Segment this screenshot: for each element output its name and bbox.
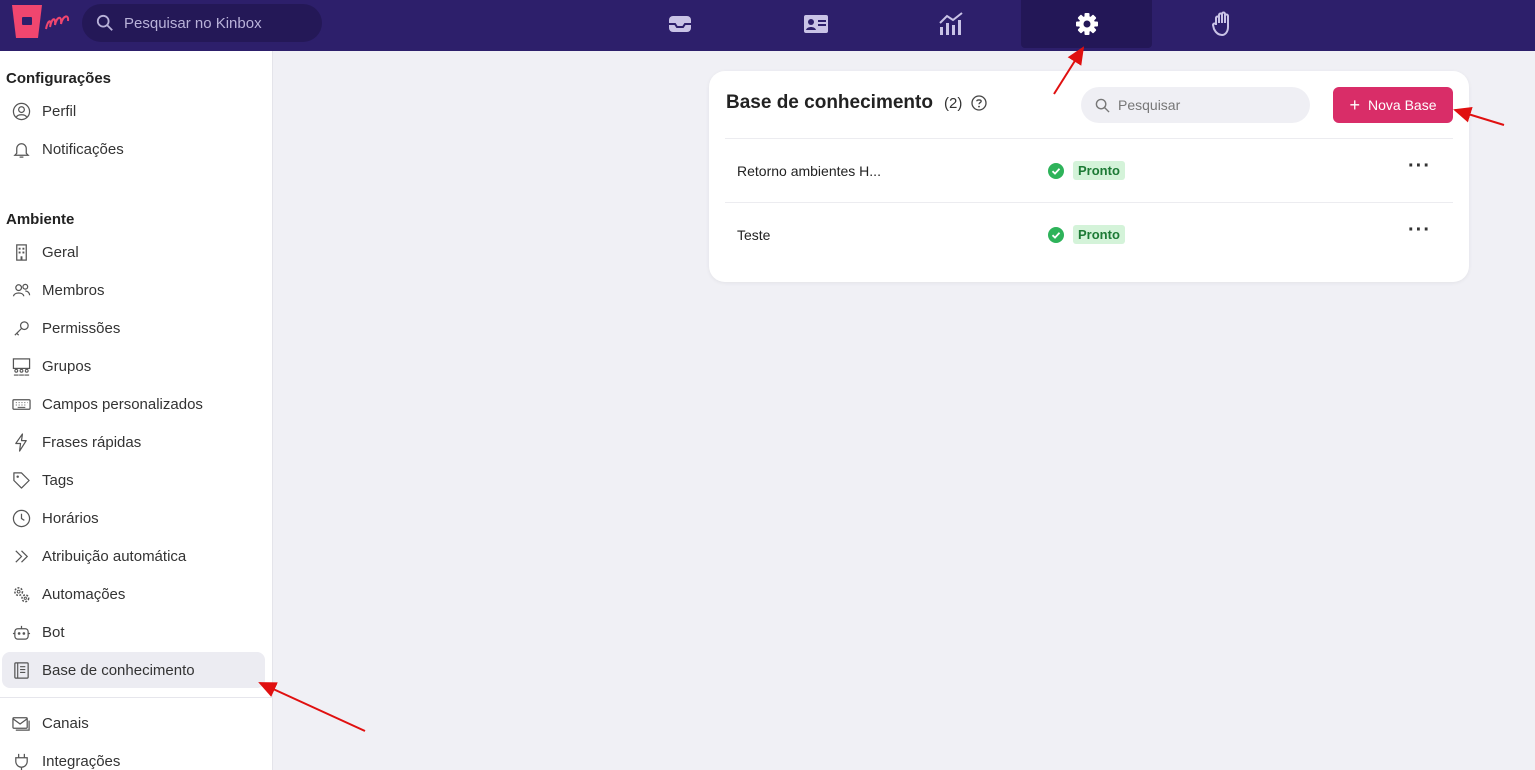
nav-contacts-button[interactable] bbox=[751, 0, 881, 48]
sidebar-divider bbox=[0, 697, 273, 698]
check-circle-icon bbox=[1048, 162, 1064, 179]
sidebar-item-label: Perfil bbox=[42, 102, 77, 120]
sidebar-item-label: Geral bbox=[42, 243, 79, 261]
tag-icon bbox=[10, 469, 32, 491]
gear-icon bbox=[1075, 13, 1098, 35]
section-title-configuracoes: Configurações bbox=[6, 70, 112, 87]
settings-sidebar: Configurações Perfil Notificações Ambien… bbox=[0, 51, 273, 770]
table-row[interactable]: Teste Pronto ··· bbox=[725, 203, 1453, 267]
sidebar-item-label: Automações bbox=[42, 585, 126, 603]
nav-settings-button[interactable] bbox=[1021, 0, 1152, 48]
page-title: Base de conhecimento bbox=[726, 92, 933, 113]
search-icon bbox=[1095, 98, 1110, 113]
item-count: (2) bbox=[944, 95, 963, 112]
sidebar-item-label: Frases rápidas bbox=[42, 433, 142, 451]
sidebar-item-frases-rapidas[interactable]: Frases rápidas bbox=[2, 424, 265, 460]
sidebar-item-automacoes[interactable]: Automações bbox=[2, 576, 265, 612]
sidebar-item-label: Horários bbox=[42, 509, 99, 527]
lightning-icon bbox=[10, 431, 32, 453]
sidebar-item-label: Tags bbox=[42, 471, 74, 489]
user-circle-icon bbox=[10, 100, 32, 122]
sidebar-item-horarios[interactable]: Horários bbox=[2, 500, 265, 536]
status-cell: Pronto bbox=[1048, 225, 1125, 244]
building-icon bbox=[10, 241, 32, 263]
more-options-button[interactable]: ··· bbox=[1408, 155, 1431, 178]
sidebar-item-atribuicao-automatica[interactable]: Atribuição automática bbox=[2, 538, 265, 574]
global-search-placeholder: Pesquisar no Kinbox bbox=[124, 14, 262, 32]
section-title-ambiente: Ambiente bbox=[6, 211, 75, 228]
sidebar-item-bot[interactable]: Bot bbox=[2, 614, 265, 650]
nav-help-button[interactable] bbox=[1158, 0, 1288, 48]
sidebar-item-membros[interactable]: Membros bbox=[2, 272, 265, 308]
status-cell: Pronto bbox=[1048, 161, 1125, 180]
sidebar-item-geral[interactable]: Geral bbox=[2, 234, 265, 270]
plus-icon: + bbox=[1349, 95, 1361, 115]
contact-card-icon bbox=[804, 15, 828, 33]
new-base-button[interactable]: + Nova Base bbox=[1333, 87, 1453, 123]
robot-icon bbox=[10, 621, 32, 643]
sidebar-item-integracoes[interactable]: Integrações bbox=[2, 743, 265, 770]
sidebar-item-notificacoes[interactable]: Notificações bbox=[2, 131, 265, 167]
knowledge-base-name: Teste bbox=[737, 227, 771, 243]
sidebar-item-grupos[interactable]: Grupos bbox=[2, 348, 265, 384]
double-chevron-icon bbox=[10, 545, 32, 567]
inbox-icon bbox=[669, 16, 691, 32]
sidebar-item-permissoes[interactable]: Permissões bbox=[2, 310, 265, 346]
sidebar-item-label: Canais bbox=[42, 714, 89, 732]
sidebar-item-label: Integrações bbox=[42, 752, 121, 770]
key-icon bbox=[10, 317, 32, 339]
sidebar-item-label: Bot bbox=[42, 623, 65, 641]
sidebar-item-label: Notificações bbox=[42, 140, 124, 158]
sidebar-item-label: Membros bbox=[42, 281, 105, 299]
sidebar-item-canais[interactable]: Canais bbox=[2, 705, 265, 741]
sidebar-item-campos-personalizados[interactable]: Campos personalizados bbox=[2, 386, 265, 422]
keyboard-icon bbox=[10, 393, 32, 415]
gears-icon bbox=[10, 583, 32, 605]
knowledge-search-placeholder: Pesquisar bbox=[1118, 97, 1181, 113]
kinbox-logo-icon[interactable] bbox=[12, 5, 78, 39]
help-icon[interactable] bbox=[971, 95, 987, 111]
book-icon bbox=[10, 659, 32, 681]
table-row[interactable]: Retorno ambientes H... Pronto ··· bbox=[725, 139, 1453, 203]
status-badge: Pronto bbox=[1073, 161, 1125, 180]
top-navigation-bar: Pesquisar no Kinbox bbox=[0, 0, 1535, 51]
clock-icon bbox=[10, 507, 32, 529]
sidebar-item-base-de-conhecimento[interactable]: Base de conhecimento bbox=[2, 652, 265, 688]
knowledge-base-card: Base de conhecimento (2) Pesquisar + Nov… bbox=[709, 71, 1469, 282]
more-options-button[interactable]: ··· bbox=[1408, 219, 1431, 242]
sidebar-item-label: Permissões bbox=[42, 319, 121, 337]
knowledge-base-name: Retorno ambientes H... bbox=[737, 163, 881, 179]
hand-icon bbox=[1211, 11, 1229, 37]
analytics-icon bbox=[939, 12, 963, 35]
nav-analytics-button[interactable] bbox=[886, 0, 1016, 48]
new-base-button-label: Nova Base bbox=[1368, 97, 1437, 113]
sidebar-item-label: Grupos bbox=[42, 357, 92, 375]
nav-inbox-button[interactable] bbox=[615, 0, 745, 48]
sidebar-item-label: Base de conhecimento bbox=[42, 661, 195, 679]
envelope-icon bbox=[10, 712, 32, 734]
plug-icon bbox=[10, 750, 32, 770]
knowledge-search-input[interactable]: Pesquisar bbox=[1081, 87, 1310, 123]
group-icon bbox=[10, 355, 32, 377]
search-icon bbox=[96, 14, 113, 31]
sidebar-item-label: Atribuição automática bbox=[42, 547, 187, 565]
arrow-to-sidebar-item bbox=[258, 682, 366, 732]
users-icon bbox=[10, 279, 32, 301]
check-circle-icon bbox=[1048, 226, 1064, 243]
sidebar-item-perfil[interactable]: Perfil bbox=[2, 93, 265, 129]
sidebar-item-label: Campos personalizados bbox=[42, 395, 203, 413]
bell-icon bbox=[10, 138, 32, 160]
status-badge: Pronto bbox=[1073, 225, 1125, 244]
global-search-input[interactable]: Pesquisar no Kinbox bbox=[82, 4, 322, 42]
sidebar-item-tags[interactable]: Tags bbox=[2, 462, 265, 498]
